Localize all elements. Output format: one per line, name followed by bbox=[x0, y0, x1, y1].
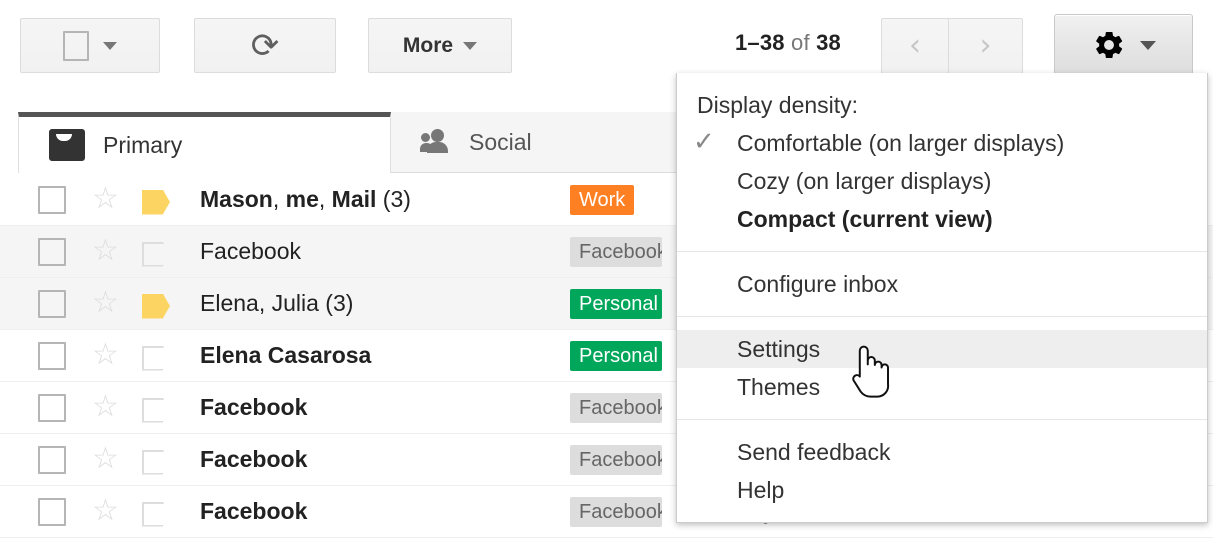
menu-item-compact-label: Compact (current view) bbox=[737, 205, 993, 232]
label-chip[interactable]: Work bbox=[570, 184, 635, 215]
previous-page-button[interactable]: ‹ bbox=[881, 18, 949, 74]
pagination-of: of bbox=[784, 30, 817, 55]
menu-item-settings[interactable]: Settings bbox=[677, 330, 1207, 368]
row-checkbox[interactable] bbox=[38, 289, 66, 318]
sender-names: Mason, me, Mail (3) bbox=[200, 186, 411, 212]
row-checkbox[interactable] bbox=[38, 393, 66, 422]
star-icon[interactable]: ☆ bbox=[92, 183, 122, 214]
star-icon[interactable]: ☆ bbox=[92, 443, 122, 474]
next-page-button[interactable]: › bbox=[949, 18, 1023, 74]
label-chip[interactable]: Facebook bbox=[570, 496, 662, 527]
select-all-dropdown-button[interactable] bbox=[20, 18, 160, 73]
row-checkbox[interactable] bbox=[38, 497, 66, 526]
menu-item-comfortable-label: Comfortable (on larger displays) bbox=[737, 129, 1065, 156]
star-icon[interactable]: ☆ bbox=[92, 495, 122, 526]
menu-item-configure-inbox[interactable]: Configure inbox bbox=[677, 265, 1207, 303]
menu-item-settings-label: Settings bbox=[737, 335, 821, 362]
importance-marker-icon[interactable] bbox=[142, 344, 178, 371]
chevron-down-icon bbox=[1139, 40, 1156, 50]
row-checkbox[interactable] bbox=[38, 341, 66, 370]
importance-marker-icon[interactable] bbox=[142, 240, 178, 267]
tab-primary[interactable]: Primary bbox=[18, 112, 391, 173]
sender-names: Elena, Julia (3) bbox=[200, 290, 354, 316]
menu-item-configure-inbox-label: Configure inbox bbox=[737, 270, 899, 297]
importance-marker-icon[interactable] bbox=[142, 292, 178, 319]
menu-item-send-feedback-label: Send feedback bbox=[737, 438, 891, 465]
refresh-button[interactable]: ⟳ bbox=[194, 18, 336, 73]
menu-item-themes[interactable]: Themes bbox=[677, 368, 1207, 406]
star-icon[interactable]: ☆ bbox=[92, 235, 122, 266]
menu-header-display-density: Display density: bbox=[697, 91, 859, 118]
pagination-total: 38 bbox=[816, 30, 841, 55]
menu-item-cozy[interactable]: Cozy (on larger displays) bbox=[677, 162, 1207, 200]
tab-social-label: Social bbox=[469, 128, 532, 155]
label-chip[interactable]: Facebook bbox=[570, 444, 662, 475]
label-chip[interactable]: Personal bbox=[570, 288, 662, 319]
chevron-right-icon: › bbox=[979, 28, 992, 63]
settings-dropdown-menu: Display density: ✓ Comfortable (on large… bbox=[676, 73, 1208, 523]
sender-names: Facebook bbox=[200, 498, 308, 524]
menu-item-help-label: Help bbox=[737, 476, 785, 503]
menu-item-help[interactable]: Help bbox=[677, 471, 1207, 509]
menu-item-compact[interactable]: Compact (current view) bbox=[677, 200, 1207, 238]
row-checkbox[interactable] bbox=[38, 445, 66, 474]
sender-names: Facebook bbox=[200, 238, 302, 264]
more-button[interactable]: More bbox=[368, 18, 512, 73]
label-chip[interactable]: Facebook bbox=[570, 236, 662, 267]
importance-marker-icon[interactable] bbox=[142, 188, 178, 215]
chevron-left-icon: ‹ bbox=[909, 28, 921, 63]
label-chip[interactable]: Personal bbox=[570, 340, 662, 371]
star-icon[interactable]: ☆ bbox=[92, 391, 122, 422]
chevron-down-icon bbox=[103, 41, 117, 50]
sender-names: Elena Casarosa bbox=[200, 342, 372, 368]
pagination-range: 1–38 bbox=[735, 30, 785, 55]
pagination-count: 1–38 of 38 bbox=[735, 30, 841, 56]
row-checkbox[interactable] bbox=[38, 237, 66, 266]
check-icon: ✓ bbox=[693, 127, 715, 157]
menu-item-cozy-label: Cozy (on larger displays) bbox=[737, 167, 992, 194]
checkbox-icon bbox=[63, 30, 89, 61]
gear-icon bbox=[1095, 31, 1122, 59]
star-icon[interactable]: ☆ bbox=[92, 339, 122, 370]
more-button-label: More bbox=[402, 33, 454, 57]
label-chip[interactable]: Facebook bbox=[570, 392, 662, 423]
settings-gear-button[interactable] bbox=[1054, 14, 1193, 76]
tab-primary-label: Primary bbox=[103, 131, 183, 158]
sender-names: Facebook bbox=[200, 446, 308, 472]
row-checkbox[interactable] bbox=[38, 185, 66, 214]
chevron-down-icon bbox=[463, 41, 478, 50]
importance-marker-icon[interactable] bbox=[142, 448, 178, 475]
refresh-icon: ⟳ bbox=[250, 25, 280, 66]
sender-names: Facebook bbox=[200, 394, 308, 420]
inbox-icon bbox=[49, 129, 85, 161]
star-icon[interactable]: ☆ bbox=[92, 287, 122, 318]
importance-marker-icon[interactable] bbox=[142, 396, 178, 423]
menu-item-comfortable[interactable]: ✓ Comfortable (on larger displays) bbox=[677, 124, 1207, 162]
menu-item-themes-label: Themes bbox=[737, 373, 821, 400]
importance-marker-icon[interactable] bbox=[142, 500, 178, 527]
menu-item-send-feedback[interactable]: Send feedback bbox=[677, 433, 1207, 471]
people-icon bbox=[420, 129, 451, 155]
